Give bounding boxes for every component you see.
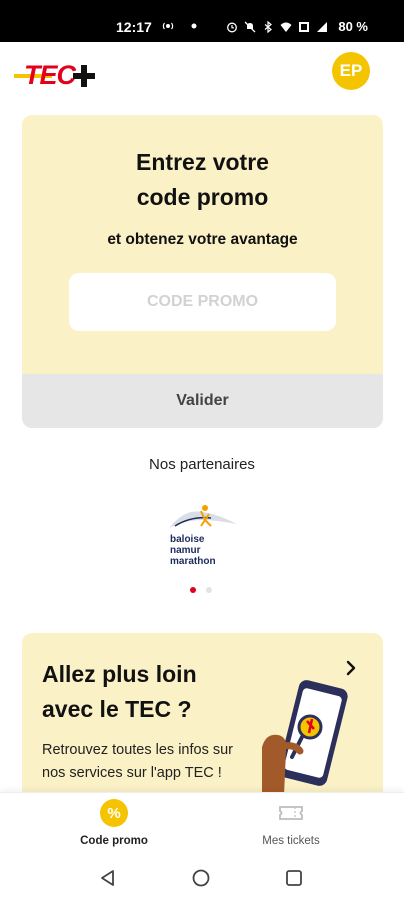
mute-icon: [244, 21, 256, 32]
data-icon: [299, 21, 310, 32]
recents-icon[interactable]: [284, 868, 304, 888]
alarm-icon: [227, 22, 238, 32]
partner-logo-line3: marathon: [170, 556, 216, 567]
more-description: Retrouvez toutes les infos sur nos servi…: [42, 742, 234, 781]
status-notification-icons: [160, 16, 200, 36]
validate-button[interactable]: Valider: [22, 374, 383, 428]
battery-level: 80 %: [338, 19, 368, 34]
partner-logo-line1: baloise: [170, 534, 205, 545]
more-info-card[interactable]: Allez plus loin avec le TEC ? Retrouvez …: [22, 633, 383, 813]
phone-search-illustration: [262, 680, 348, 798]
ticket-icon: [279, 806, 303, 820]
bluetooth-icon: [264, 20, 273, 33]
nav-item-mes-tickets[interactable]: Mes tickets: [231, 799, 351, 855]
user-avatar[interactable]: EP: [332, 52, 370, 90]
wifi-icon: [280, 22, 292, 32]
signal-icon: [317, 21, 328, 32]
status-system-icons: 80 %: [226, 19, 368, 34]
nav-label-code-promo: Code promo: [80, 835, 148, 847]
back-icon[interactable]: [98, 868, 118, 888]
nav-label-mes-tickets: Mes tickets: [262, 835, 320, 847]
system-navigation-bar: [0, 856, 404, 900]
percent-icon: %: [100, 799, 128, 827]
promo-title-line1: Entrez votre: [136, 149, 269, 175]
promo-subtitle: et obtenez votre avantage: [107, 231, 298, 248]
partner-logo-line2: namur: [170, 545, 201, 556]
promo-title: Entrez votre code promo: [22, 145, 383, 215]
more-title-line1: Allez plus loin: [42, 661, 197, 687]
app-screen: 12:17 80 % TEC EP Entrez votre code prom…: [0, 0, 404, 900]
carousel-dot[interactable]: [206, 587, 212, 593]
dot-icon: [191, 23, 197, 29]
bottom-navigation: % Code promo Mes tickets: [0, 792, 404, 856]
promo-code-input[interactable]: [69, 273, 336, 331]
more-title: Allez plus loin avec le TEC ?: [42, 657, 272, 727]
status-bar: 12:17 80 %: [0, 0, 404, 42]
more-title-line2: avec le TEC ?: [42, 696, 192, 722]
promo-title-line2: code promo: [136, 184, 269, 210]
chevron-right-icon[interactable]: [342, 659, 360, 677]
carousel-indicator: [190, 587, 212, 593]
partner-logo-baloise-marathon[interactable]: baloise namur marathon: [165, 498, 241, 570]
partners-title: Nos partenaires: [149, 456, 255, 473]
promo-code-card: Entrez votre code promo et obtenez votre…: [22, 115, 383, 428]
carousel-dot-active[interactable]: [190, 587, 196, 593]
home-icon[interactable]: [191, 868, 211, 888]
radio-icon: [162, 22, 174, 30]
status-time: 12:17: [116, 19, 152, 35]
nav-item-code-promo[interactable]: % Code promo: [54, 799, 174, 855]
tec-logo: TEC: [14, 60, 95, 90]
svg-text:TEC: TEC: [24, 60, 77, 90]
